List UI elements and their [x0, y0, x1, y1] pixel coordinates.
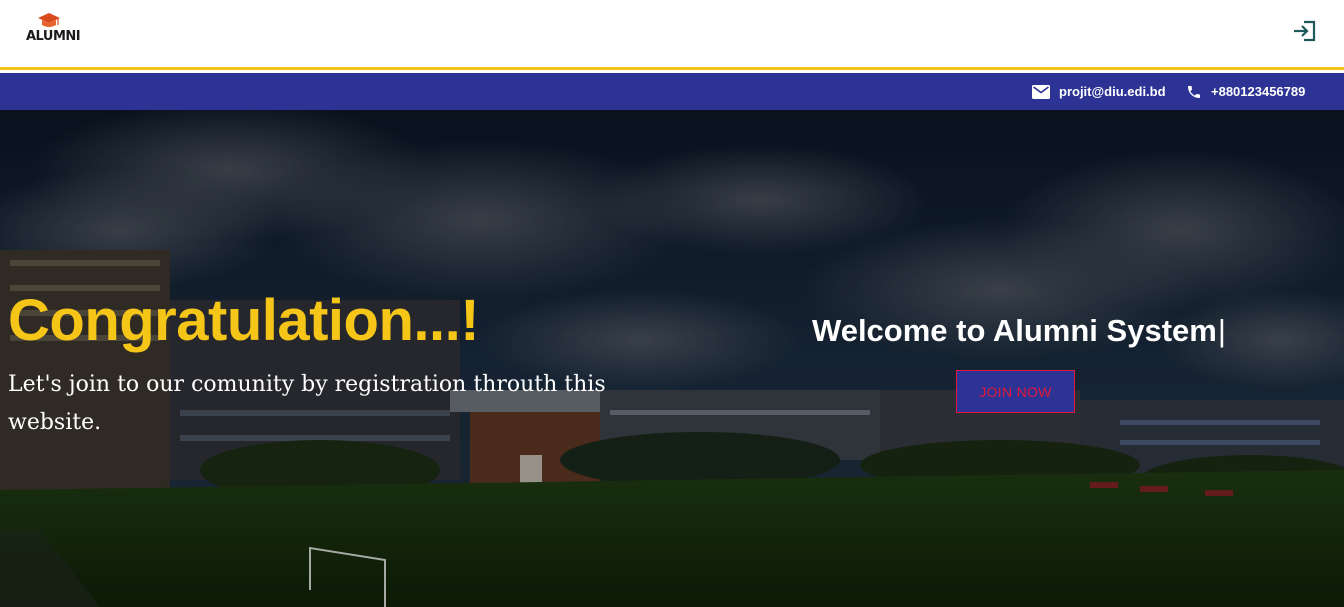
welcome-text: Welcome to Alumni System — [812, 313, 1217, 348]
logo-text: ALUMNI — [26, 29, 81, 44]
contact-email[interactable]: projit@diu.edi.bd — [1032, 73, 1166, 110]
email-text: projit@diu.edi.bd — [1059, 84, 1166, 99]
hero-banner: Congratulation...! Let's join to our com… — [0, 110, 1344, 607]
hero-title: Congratulation...! — [8, 288, 480, 353]
hero-overlay — [0, 110, 1344, 607]
graduation-cap-icon — [38, 13, 60, 27]
hero-subtitle: Let's join to our comunity by registrati… — [8, 372, 606, 435]
login-icon — [1294, 20, 1316, 42]
typing-cursor: | — [1217, 313, 1226, 348]
navbar: ALUMNI — [0, 0, 1344, 70]
contact-phone[interactable]: +880123456789 — [1186, 73, 1305, 110]
phone-text: +880123456789 — [1211, 84, 1306, 99]
welcome-heading: Welcome to Alumni System| — [812, 313, 1226, 349]
login-button[interactable] — [1292, 19, 1318, 43]
mail-icon — [1032, 84, 1050, 99]
logo[interactable]: ALUMNI — [26, 12, 81, 48]
contact-bar: projit@diu.edi.bd +880123456789 — [0, 73, 1344, 110]
phone-icon — [1188, 85, 1200, 98]
join-now-button[interactable]: JOIN NOW — [956, 370, 1075, 413]
